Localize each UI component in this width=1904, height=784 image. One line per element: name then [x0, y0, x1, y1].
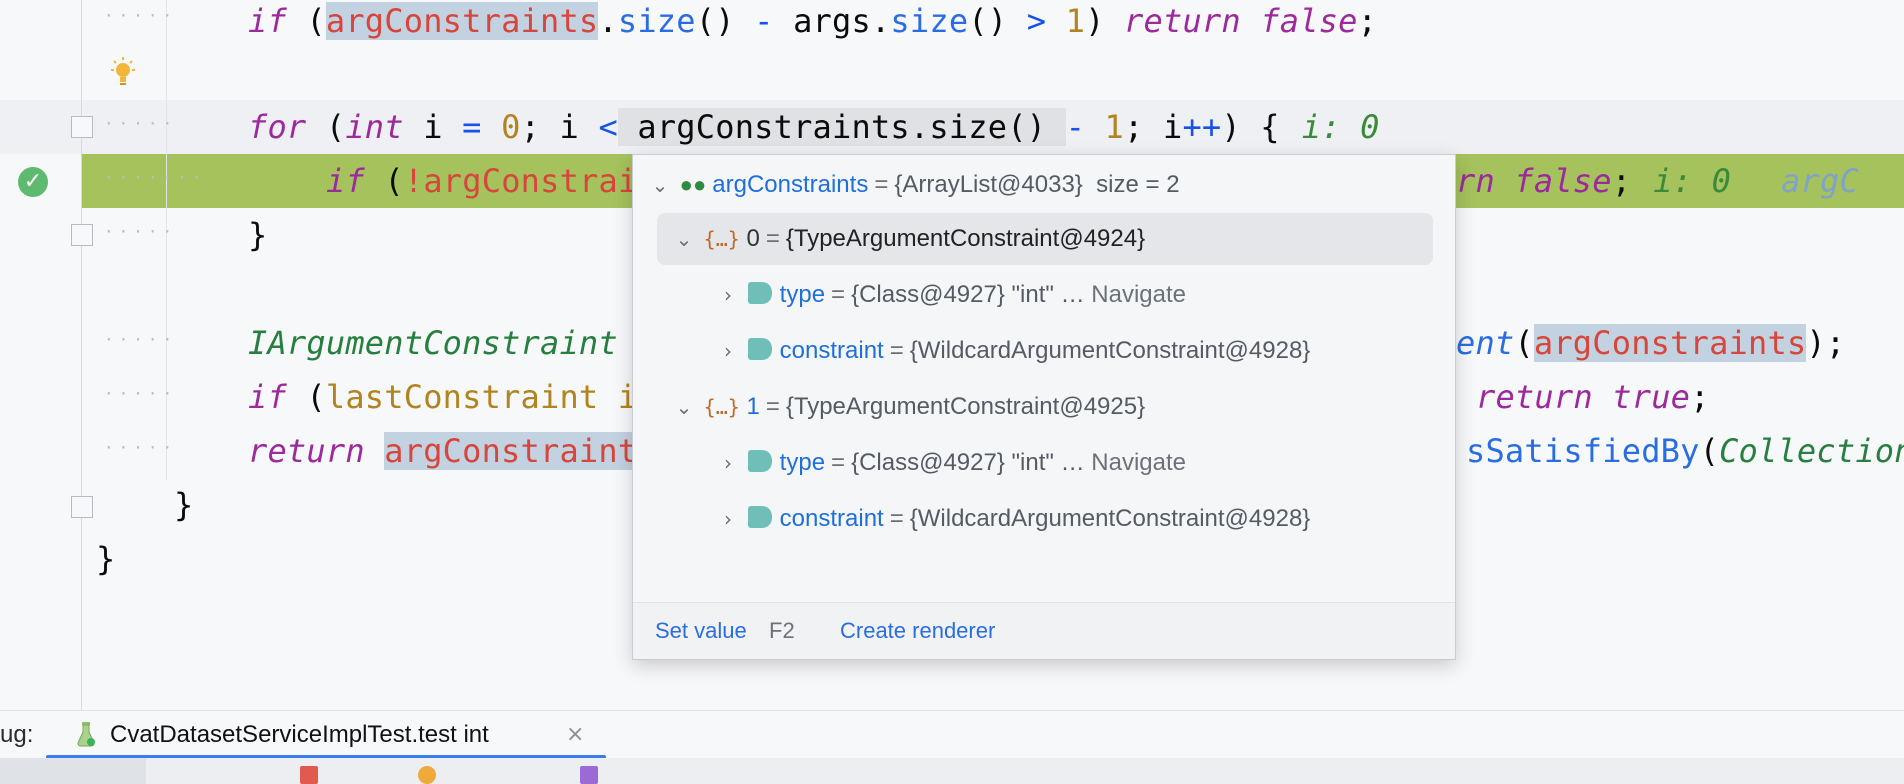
chevron-right-icon[interactable]: › — [715, 325, 741, 377]
fold-icon[interactable] — [71, 116, 93, 138]
tree-root-row[interactable]: ⌄ ●● argConstraints = {ArrayList@4033} size… — [647, 159, 1180, 211]
gutter-divider — [81, 0, 82, 710]
field-tag-icon — [747, 449, 772, 472]
chevron-down-icon[interactable]: ⌄ — [671, 381, 697, 433]
chevron-right-icon[interactable]: › — [715, 269, 741, 321]
field-tag-icon — [747, 505, 772, 528]
code-line-8: if (lastConstraint i — [248, 378, 638, 416]
tree-item-1-constraint[interactable]: › constraint = {WildcardArgumentConstraint… — [715, 493, 1310, 545]
frames-icon[interactable] — [580, 766, 598, 784]
code-line-8-tail: return true; — [1476, 378, 1710, 416]
set-value-link[interactable]: Set value — [655, 603, 747, 659]
chevron-right-icon[interactable]: › — [715, 493, 741, 545]
code-line-3: for (int i = 0; i < argConstraints.size(… — [248, 108, 1380, 146]
code-line-9-tail: sSatisfiedBy(Collection — [1466, 432, 1904, 470]
tree-item-0-constraint[interactable]: › constraint = {WildcardArgumentConstraint… — [715, 325, 1310, 377]
field-tag-icon — [747, 281, 772, 304]
tree-item-0[interactable]: ⌄ {…} 0 = {TypeArgumentConstraint@4924} — [657, 213, 1433, 265]
set-value-shortcut: F2 — [769, 618, 795, 643]
code-line-4: if (!argConstrai — [326, 162, 638, 200]
lightbulb-icon[interactable] — [108, 56, 138, 90]
execution-point-icon[interactable]: ✓ — [18, 167, 48, 197]
test-flask-icon — [77, 722, 95, 747]
object-icon: {…} — [703, 395, 740, 419]
tree-item-0-type[interactable]: › type = {Class@4927} "int" … Navigate — [715, 269, 1186, 321]
debug-label: ug: — [0, 721, 34, 748]
object-icon: {…} — [703, 227, 740, 251]
code-line-10: } — [174, 486, 194, 524]
create-renderer-link[interactable]: Create renderer — [840, 603, 995, 659]
popup-footer: Set value F2 Create renderer — [633, 602, 1455, 659]
code-line-7: IArgumentConstraint — [248, 324, 618, 362]
fold-icon[interactable] — [71, 224, 93, 246]
tree-item-1[interactable]: ⌄ {…} 1 = {TypeArgumentConstraint@4925} — [671, 381, 1145, 433]
code-line-5: } — [248, 216, 268, 254]
whitespace-dots: ····· — [104, 330, 178, 349]
debug-tool-window-bar: ug: CvatDatasetServiceImplTest.test int … — [0, 710, 1904, 759]
code-line-7-tail: ent(argConstraints); — [1456, 324, 1846, 362]
breakpoint-icon[interactable] — [418, 766, 436, 784]
debug-value-popup[interactable]: ⌄ ●● argConstraints = {ArrayList@4033} size… — [632, 154, 1456, 660]
whitespace-dots: ····· — [104, 438, 178, 457]
code-line-9: return argConstraint — [248, 432, 638, 470]
whitespace-dots: ······· — [104, 168, 207, 187]
debug-toolbar-strip — [0, 758, 1904, 784]
close-icon[interactable]: × — [566, 711, 584, 759]
whitespace-dots: ····· — [104, 114, 178, 133]
whitespace-dots: ····· — [104, 6, 178, 25]
tree-item-1-type[interactable]: › type = {Class@4927} "int" … Navigate — [715, 437, 1186, 489]
code-line-11: } — [96, 540, 116, 578]
code-editor[interactable]: ✓ ····· ····· ······· ····· ····· ····· … — [0, 0, 1904, 710]
fold-icon[interactable] — [71, 496, 93, 518]
navigate-link[interactable]: Navigate — [1091, 449, 1186, 476]
field-tag-icon — [747, 337, 772, 360]
whitespace-dots: ····· — [104, 384, 178, 403]
stop-icon[interactable] — [300, 766, 318, 784]
navigate-link[interactable]: Navigate — [1091, 281, 1186, 308]
debug-session-tab[interactable]: CvatDatasetServiceImplTest.test int × — [46, 711, 606, 759]
debug-tab-title: CvatDatasetServiceImplTest.test int — [110, 721, 489, 748]
whitespace-dots: ····· — [104, 222, 178, 241]
chevron-right-icon[interactable]: › — [715, 437, 741, 489]
code-line-4-tail: rn false; i: 0 argC — [1456, 162, 1859, 200]
chevron-down-icon[interactable]: ⌄ — [671, 213, 697, 265]
watch-glasses-icon: ●● — [679, 172, 707, 197]
chevron-down-icon[interactable]: ⌄ — [647, 159, 673, 211]
code-line-1: if (argConstraints.size() - args.size() … — [248, 2, 1378, 40]
